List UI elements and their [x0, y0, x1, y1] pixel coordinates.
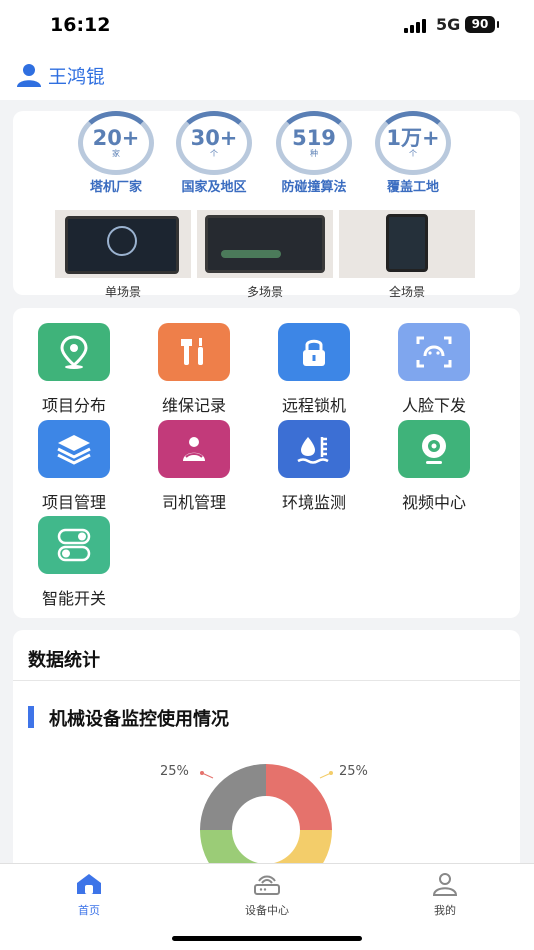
stats-card: 20+ 家 塔机厂家 30+ 个 国家及地区 519 种 防碰撞算法 1万+ 个… — [13, 111, 520, 299]
single-scene-device-image[interactable] — [55, 210, 191, 278]
stat-label: 防碰撞算法 — [281, 180, 347, 195]
menu-maintenance-records[interactable]: 维保记录 — [139, 323, 249, 416]
stat-unit: 个 — [409, 149, 417, 158]
stat-label: 国家及地区 — [181, 180, 247, 195]
single-scene-label: 单场景 — [104, 285, 141, 299]
face-scan-icon — [398, 323, 470, 381]
user-name[interactable]: 王鸿锟 — [48, 62, 105, 89]
full-scene-label: 全场景 — [388, 285, 425, 299]
stat-countries: 30+ 个 国家及地区 — [164, 111, 264, 195]
stat-value: 1万+ — [386, 126, 440, 150]
chart-label-right: 25% — [339, 764, 368, 779]
stat-unit: 种 — [310, 149, 318, 158]
donut-slice — [200, 764, 266, 830]
stat-value: 519 — [292, 126, 336, 150]
tab-home[interactable]: 首页 — [39, 872, 139, 918]
menu-remote-lock[interactable]: 远程锁机 — [259, 323, 369, 416]
network-type: 5G — [436, 15, 461, 34]
menu-label: 项目分布 — [41, 396, 106, 415]
stat-ring: 20+ 家 — [78, 111, 154, 175]
donut-slice — [266, 764, 332, 830]
tab-label: 设备中心 — [245, 904, 289, 917]
menu-environment-monitoring[interactable]: 环境监测 — [259, 420, 369, 513]
menu-label: 项目管理 — [41, 493, 106, 512]
menu-label: 人脸下发 — [401, 396, 466, 415]
stat-ring: 1万+ 个 — [375, 111, 451, 175]
driver-icon — [158, 420, 230, 478]
profile-icon — [432, 873, 458, 896]
menu-face-distribution[interactable]: 人脸下发 — [379, 323, 489, 416]
menu-label: 司机管理 — [161, 493, 226, 512]
status-time: 16:12 — [50, 14, 111, 36]
stat-ring: 30+ 个 — [176, 111, 252, 175]
menu-label: 维保记录 — [161, 396, 226, 415]
signal-icon — [404, 19, 428, 33]
tab-device-center[interactable]: 设备中心 — [217, 872, 317, 918]
divider — [13, 680, 520, 681]
battery-icon: 90 — [465, 16, 499, 33]
tab-label: 我的 — [434, 904, 456, 917]
map-pin-icon — [38, 323, 110, 381]
stat-sites: 1万+ 个 覆盖工地 — [363, 111, 463, 195]
multi-scene-label: 多场景 — [246, 285, 283, 299]
chart-label-left: 25% — [160, 764, 189, 779]
menu-project-distribution[interactable]: 项目分布 — [19, 323, 129, 416]
tab-mine[interactable]: 我的 — [395, 872, 495, 918]
status-bar: 16:12 5G 90 — [0, 0, 534, 50]
menu-label: 远程锁机 — [281, 396, 346, 415]
stat-ring: 519 种 — [276, 111, 352, 175]
webcam-icon — [398, 420, 470, 478]
menu-project-management[interactable]: 项目管理 — [19, 420, 129, 513]
user-bar: 王鸿锟 — [0, 50, 534, 100]
multi-scene-device-image[interactable] — [197, 210, 333, 278]
lock-icon — [278, 323, 350, 381]
stat-label: 塔机厂家 — [89, 180, 142, 195]
layers-icon — [38, 420, 110, 478]
section-accent-bar — [28, 706, 34, 728]
data-statistics-card: 数据统计 机械设备监控使用情况 25% 25% — [13, 630, 520, 890]
data-statistics-title: 数据统计 — [28, 650, 100, 671]
wrench-icon — [158, 323, 230, 381]
function-menu: 项目分布 维保记录 远程锁机 人脸下发 项目管理 司机管理 环境监测 视频中心 … — [13, 308, 520, 618]
full-scene-device-image[interactable] — [339, 210, 475, 278]
stat-algorithms: 519 种 防碰撞算法 — [264, 111, 364, 195]
menu-label: 视频中心 — [401, 493, 466, 512]
menu-label: 环境监测 — [281, 493, 346, 512]
stat-label: 覆盖工地 — [386, 180, 439, 195]
user-icon[interactable] — [16, 62, 42, 88]
menu-video-center[interactable]: 视频中心 — [379, 420, 489, 513]
home-icon — [77, 874, 101, 894]
stat-unit: 个 — [210, 149, 218, 158]
menu-driver-management[interactable]: 司机管理 — [139, 420, 249, 513]
water-level-icon — [278, 420, 350, 478]
home-indicator — [172, 936, 362, 941]
stat-value: 30+ — [190, 126, 238, 150]
stat-manufacturers: 20+ 家 塔机厂家 — [66, 111, 166, 195]
stat-value: 20+ — [92, 126, 140, 150]
router-icon — [254, 875, 280, 895]
toggle-icon — [38, 516, 110, 574]
tab-label: 首页 — [78, 904, 100, 917]
section-title: 机械设备监控使用情况 — [49, 709, 229, 730]
stat-unit: 家 — [112, 149, 120, 158]
menu-label: 智能开关 — [41, 589, 106, 608]
menu-smart-switch[interactable]: 智能开关 — [19, 516, 129, 609]
